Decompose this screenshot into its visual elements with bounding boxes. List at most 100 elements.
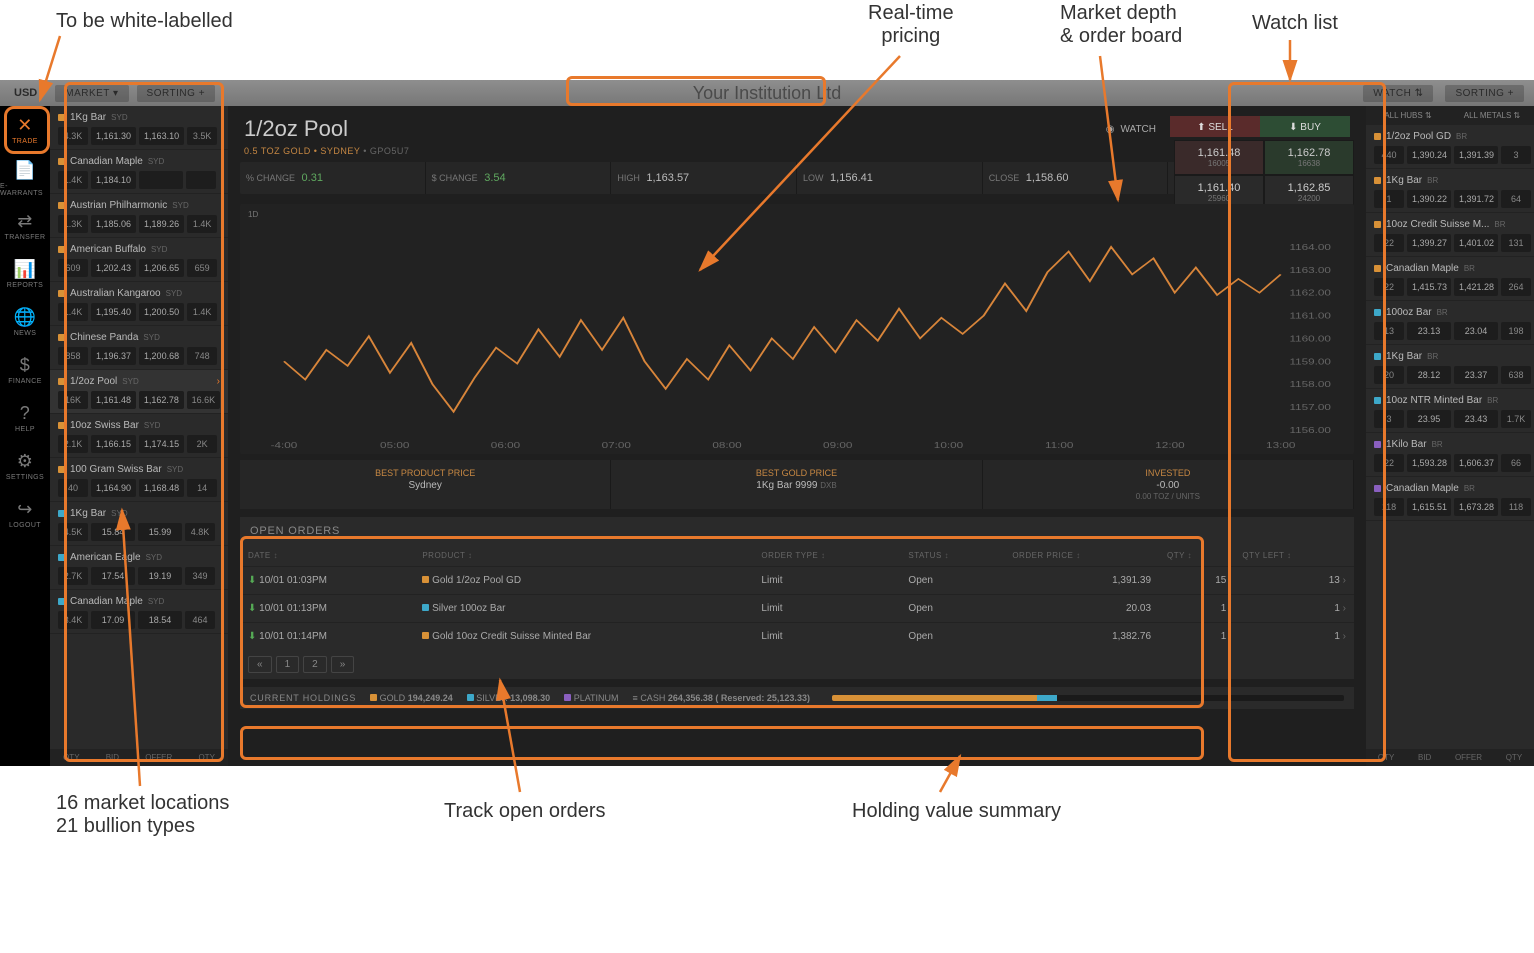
left-nav: ✕TRADE📄E-WARRANTS⇄TRANSFER📊REPORTS🌐NEWS$… [0, 80, 50, 766]
market-item[interactable]: Canadian MapleSYD 3.4K17.0918.54464 [50, 590, 228, 634]
svg-text:1160.00: 1160.00 [1290, 335, 1332, 344]
orders-col[interactable]: QTY [1159, 545, 1234, 567]
download-icon: ⬇ [1289, 122, 1297, 133]
svg-text:05:00: 05:00 [380, 442, 410, 451]
finance-icon: $ [20, 355, 30, 376]
nav-finance[interactable]: $FINANCE [0, 346, 50, 394]
settings-icon: ⚙ [17, 451, 34, 472]
watchlist-item[interactable]: 10oz NTR Minted BarBR 323.9523.431.7K [1366, 389, 1534, 433]
hub-dropdown[interactable]: ALL HUBS ⇅ [1366, 106, 1450, 125]
svg-text:10:00: 10:00 [934, 442, 964, 451]
nav-news[interactable]: 🌐NEWS [0, 298, 50, 346]
watchlist-item[interactable]: 10oz Credit Suisse M...BR 221,399.271,40… [1366, 213, 1534, 257]
market-item[interactable]: 1Kg BarSYD 4.5K15.8415.994.8K [50, 502, 228, 546]
page-button[interactable]: » [331, 656, 355, 673]
svg-text:1156.00: 1156.00 [1290, 427, 1332, 436]
watchlist-item[interactable]: 100oz BarBR 1323.1323.04198 [1366, 301, 1534, 345]
nav-transfer[interactable]: ⇄TRANSFER [0, 202, 50, 250]
topbar: USD MARKET ▾ SORTING + Your Institution … [0, 80, 1534, 106]
orders-col[interactable]: PRODUCT [414, 545, 753, 567]
annot-locations: 16 market locations 21 bullion types [56, 792, 229, 838]
eye-icon: ◉ [1106, 124, 1115, 135]
nav-settings[interactable]: ⚙SETTINGS [0, 442, 50, 490]
annot-watch: Watch list [1252, 12, 1338, 35]
watchlist-item[interactable]: Canadian MapleBR 221,415.731,421.28264 [1366, 257, 1534, 301]
svg-text:11:00: 11:00 [1045, 442, 1074, 451]
market-item[interactable]: 10oz Swiss BarSYD 2.1K1,166.151,174.152K [50, 414, 228, 458]
orders-col[interactable]: ORDER TYPE [753, 545, 900, 567]
nav-logout[interactable]: ↪LOGOUT [0, 490, 50, 538]
transfer-icon: ⇄ [17, 211, 32, 232]
watch-button[interactable]: ◉ WATCH [1092, 116, 1170, 143]
market-item[interactable]: American BuffaloSYD 6091,202.431,206.656… [50, 238, 228, 282]
depth-ask-0[interactable]: 1,162.7816638 [1264, 140, 1354, 175]
watchlist-item[interactable]: 1Kg BarBR 2028.1223.37638 [1366, 345, 1534, 389]
depth-board: 1,161.4816005 1,162.7816638 1,161.402596… [1174, 140, 1354, 210]
watchlist-footer: QTYBIDOFFERQTY [1366, 749, 1534, 766]
svg-text:1162.00: 1162.00 [1290, 289, 1332, 298]
currency-selector[interactable]: USD [0, 87, 51, 99]
watch-dropdown[interactable]: WATCH ⇅ [1363, 85, 1433, 102]
svg-text:1158.00: 1158.00 [1290, 381, 1332, 390]
sorting2-dropdown[interactable]: SORTING + [1445, 85, 1524, 102]
annot-holdings: Holding value summary [852, 800, 1061, 823]
product-title: 1/2oz Pool [244, 116, 409, 142]
market-item[interactable]: Austrian PhilharmonicSYD 1.3K1,185.061,1… [50, 194, 228, 238]
orders-col[interactable]: QTY LEFT [1234, 545, 1354, 567]
market-item[interactable]: 1Kg BarSYD 4.3K1,161.301,163.103.5K [50, 106, 228, 150]
market-item[interactable]: Chinese PandaSYD 8581,196.371,200.68748 [50, 326, 228, 370]
upload-icon: ⬆ [1197, 122, 1205, 133]
annot-whitelabel: To be white-labelled [56, 10, 233, 33]
nav-trade[interactable]: ✕TRADE [0, 106, 50, 154]
page-button[interactable]: 1 [276, 656, 300, 673]
app-frame: ✕TRADE📄E-WARRANTS⇄TRANSFER📊REPORTS🌐NEWS$… [0, 80, 1534, 766]
svg-text:1157.00: 1157.00 [1290, 404, 1332, 413]
sorting-dropdown[interactable]: SORTING + [137, 85, 216, 102]
depth-bid-0[interactable]: 1,161.4816005 [1174, 140, 1264, 175]
nav-e-warrants[interactable]: 📄E-WARRANTS [0, 154, 50, 202]
page-button[interactable]: 2 [303, 656, 327, 673]
market-footer: QTYBIDOFFERQTY [50, 749, 228, 766]
orders-col[interactable]: ORDER PRICE [1004, 545, 1159, 567]
nav-reports[interactable]: 📊REPORTS [0, 250, 50, 298]
nav-help[interactable]: ?HELP [0, 394, 50, 442]
market-item[interactable]: 100 Gram Swiss BarSYD 401,164.901,168.48… [50, 458, 228, 502]
current-holdings: CURRENT HOLDINGS GOLD 194,249.24 SILVER … [240, 687, 1354, 709]
watchlist-item[interactable]: 1Kg BarBR 11,390.221,391.7264 [1366, 169, 1534, 213]
svg-text:08:00: 08:00 [712, 442, 742, 451]
svg-text:-4:00: -4:00 [271, 442, 298, 451]
reports-icon: 📊 [14, 259, 37, 280]
metal-dropdown[interactable]: ALL METALS ⇅ [1450, 106, 1534, 125]
orders-col[interactable]: DATE [240, 545, 414, 567]
product-subtitle: 0.5 TOZ GOLD • SYDNEY • GPO5U7 [244, 146, 409, 156]
svg-text:12:00: 12:00 [1155, 442, 1185, 451]
sell-button[interactable]: ⬆ SELL [1170, 116, 1260, 137]
annot-depth: Market depth & order board [1060, 2, 1182, 48]
buy-button[interactable]: ⬇ BUY [1260, 116, 1350, 137]
page-button[interactable]: « [248, 656, 272, 673]
timeframe-label: 1D [248, 210, 258, 219]
orders-col[interactable]: STATUS [900, 545, 1004, 567]
watchlist-item[interactable]: 1Kilo BarBR 221,593.281,606.3766 [1366, 433, 1534, 477]
price-chart[interactable]: 1D 1156.00 1157.00 1158.00 1159.00 1160.00 11… [240, 204, 1354, 454]
order-row[interactable]: ⬇ 10/01 01:14PM Gold 10oz Credit Suisse … [240, 623, 1354, 651]
market-item[interactable]: Australian KangarooSYD 1.4K1,195.401,200… [50, 282, 228, 326]
svg-text:06:00: 06:00 [491, 442, 521, 451]
annot-track: Track open orders [444, 800, 606, 823]
watchlist-panel: ALL HUBS ⇅ ALL METALS ⇅ 1/2oz Pool GDBR … [1366, 80, 1534, 766]
order-row[interactable]: ⬇ 10/01 01:13PM Silver 100oz BarLimitOpe… [240, 595, 1354, 623]
market-dropdown[interactable]: MARKET ▾ [55, 85, 128, 102]
center-panel: 1/2oz Pool 0.5 TOZ GOLD • SYDNEY • GPO5U… [228, 80, 1366, 766]
order-row[interactable]: ⬇ 10/01 01:03PM Gold 1/2oz Pool GDLimitO… [240, 567, 1354, 595]
svg-text:13:00: 13:00 [1266, 442, 1296, 451]
market-item[interactable]: American EagleSYD 2.7K17.5419.19349 [50, 546, 228, 590]
svg-text:1163.00: 1163.00 [1290, 266, 1332, 275]
svg-text:1159.00: 1159.00 [1290, 358, 1332, 367]
watchlist-item[interactable]: 1/2oz Pool GDBR 4401,390.241,391.393 [1366, 125, 1534, 169]
orders-pager[interactable]: «12» [240, 650, 1354, 679]
watchlist-item[interactable]: Canadian MapleBR 1181,615.511,673.28118 [1366, 477, 1534, 521]
svg-text:07:00: 07:00 [602, 442, 632, 451]
market-item[interactable]: Canadian MapleSYD 1.4K1,184.10 [50, 150, 228, 194]
market-item[interactable]: 1/2oz PoolSYD› 16K1,161.481,162.7816.6K [50, 370, 228, 414]
help-icon: ? [20, 403, 30, 424]
